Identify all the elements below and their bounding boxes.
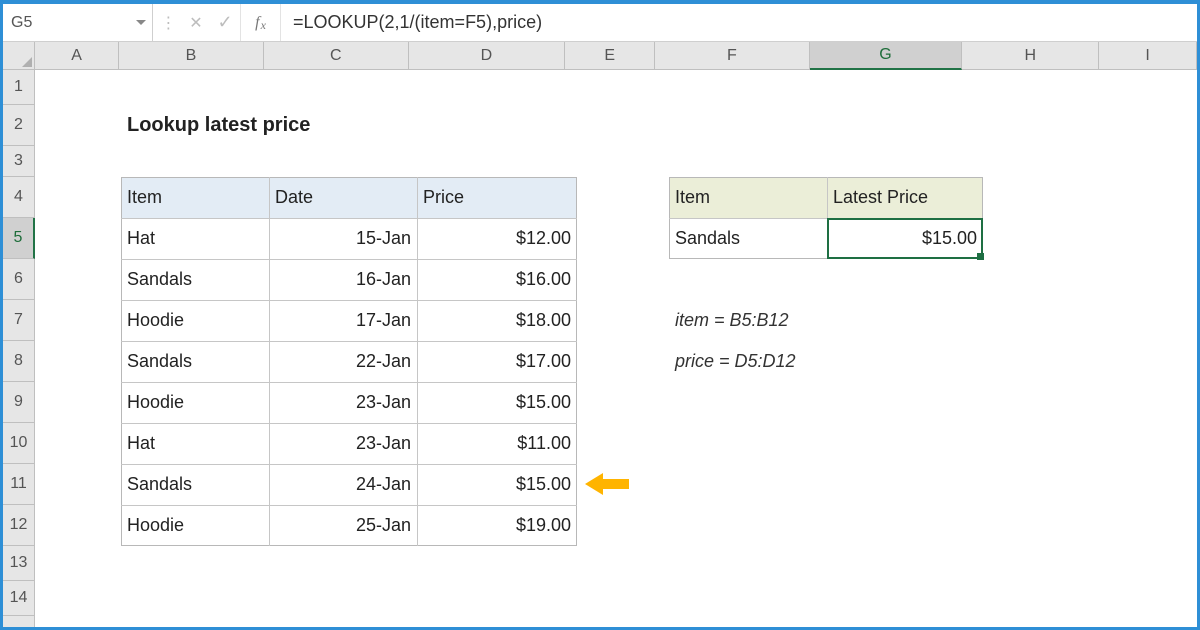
- row-headers[interactable]: 1234567891011121314: [3, 70, 35, 627]
- note-item-range: item = B5:B12: [669, 300, 969, 341]
- select-all-corner[interactable]: [3, 42, 35, 70]
- table1-price[interactable]: $18.00: [417, 300, 577, 341]
- fx-icon[interactable]: fx: [241, 4, 281, 41]
- table1-date[interactable]: 17-Jan: [269, 300, 417, 341]
- column-header[interactable]: G: [810, 42, 963, 70]
- table1-price[interactable]: $16.00: [417, 259, 577, 300]
- table1-date[interactable]: 23-Jan: [269, 382, 417, 423]
- table1-price[interactable]: $19.00: [417, 505, 577, 546]
- table2-item[interactable]: Sandals: [669, 218, 827, 259]
- cancel-icon: ✕: [189, 13, 202, 33]
- name-box[interactable]: G5: [3, 4, 153, 41]
- table1-date[interactable]: 22-Jan: [269, 341, 417, 382]
- row-header[interactable]: 1: [3, 70, 34, 105]
- row-header[interactable]: 10: [3, 423, 34, 464]
- row-header[interactable]: 2: [3, 105, 34, 146]
- formula-input[interactable]: =LOOKUP(2,1/(item=F5),price): [281, 4, 1197, 41]
- row-header[interactable]: 4: [3, 177, 34, 218]
- title-cell[interactable]: Lookup latest price: [121, 105, 521, 146]
- table1-item[interactable]: Hoodie: [121, 300, 269, 341]
- row-header[interactable]: 7: [3, 300, 34, 341]
- row-header[interactable]: 6: [3, 259, 34, 300]
- table1-item[interactable]: Hat: [121, 218, 269, 259]
- name-box-dropdown-icon[interactable]: [136, 20, 146, 25]
- table1-price[interactable]: $12.00: [417, 218, 577, 259]
- table1-item[interactable]: Sandals: [121, 341, 269, 382]
- column-header[interactable]: D: [409, 42, 566, 69]
- table1-price[interactable]: $11.00: [417, 423, 577, 464]
- row-header[interactable]: 13: [3, 546, 34, 581]
- expand-icon: ⋮: [160, 13, 174, 33]
- table1-item[interactable]: Hoodie: [121, 505, 269, 546]
- table1-header-price[interactable]: Price: [417, 177, 577, 218]
- table1-date[interactable]: 25-Jan: [269, 505, 417, 546]
- table1-header-date[interactable]: Date: [269, 177, 417, 218]
- table1-date[interactable]: 16-Jan: [269, 259, 417, 300]
- table1-date[interactable]: 24-Jan: [269, 464, 417, 505]
- table1-item[interactable]: Hoodie: [121, 382, 269, 423]
- column-header[interactable]: H: [962, 42, 1099, 69]
- table2-header-item[interactable]: Item: [669, 177, 827, 218]
- formula-bar: G5 ⋮ ✕ ✓ fx =LOOKUP(2,1/(item=F5),price): [3, 4, 1197, 42]
- row-header[interactable]: 3: [3, 146, 34, 177]
- row-header[interactable]: 14: [3, 581, 34, 616]
- formula-text: =LOOKUP(2,1/(item=F5),price): [293, 12, 542, 33]
- cells-area[interactable]: Lookup latest priceItemDatePriceHat15-Ja…: [35, 70, 1197, 627]
- table1-item[interactable]: Sandals: [121, 464, 269, 505]
- column-header[interactable]: B: [119, 42, 264, 69]
- row-header[interactable]: 8: [3, 341, 34, 382]
- row-header[interactable]: 9: [3, 382, 34, 423]
- column-header[interactable]: C: [264, 42, 409, 69]
- enter-icon: ✓: [217, 12, 232, 33]
- row-header[interactable]: 12: [3, 505, 34, 546]
- column-header[interactable]: F: [655, 42, 810, 69]
- table2-price[interactable]: $15.00: [827, 218, 983, 259]
- row-header[interactable]: 5: [3, 218, 35, 259]
- row-header[interactable]: 11: [3, 464, 34, 505]
- name-box-value: G5: [11, 14, 32, 32]
- table1-item[interactable]: Hat: [121, 423, 269, 464]
- column-header[interactable]: E: [565, 42, 655, 69]
- table1-price[interactable]: $15.00: [417, 464, 577, 505]
- spreadsheet-grid[interactable]: ABCDEFGHI 1234567891011121314 Lookup lat…: [3, 42, 1197, 627]
- table1-price[interactable]: $17.00: [417, 341, 577, 382]
- table1-item[interactable]: Sandals: [121, 259, 269, 300]
- formula-bar-tools: ⋮ ✕ ✓: [153, 4, 241, 41]
- table1-price[interactable]: $15.00: [417, 382, 577, 423]
- arrow-icon: [585, 473, 629, 495]
- note-price-range: price = D5:D12: [669, 341, 969, 382]
- table2-header-price[interactable]: Latest Price: [827, 177, 983, 218]
- table1-date[interactable]: 23-Jan: [269, 423, 417, 464]
- column-header[interactable]: I: [1099, 42, 1197, 69]
- column-headers[interactable]: ABCDEFGHI: [35, 42, 1197, 70]
- column-header[interactable]: A: [35, 42, 119, 69]
- table1-date[interactable]: 15-Jan: [269, 218, 417, 259]
- table1-header-item[interactable]: Item: [121, 177, 269, 218]
